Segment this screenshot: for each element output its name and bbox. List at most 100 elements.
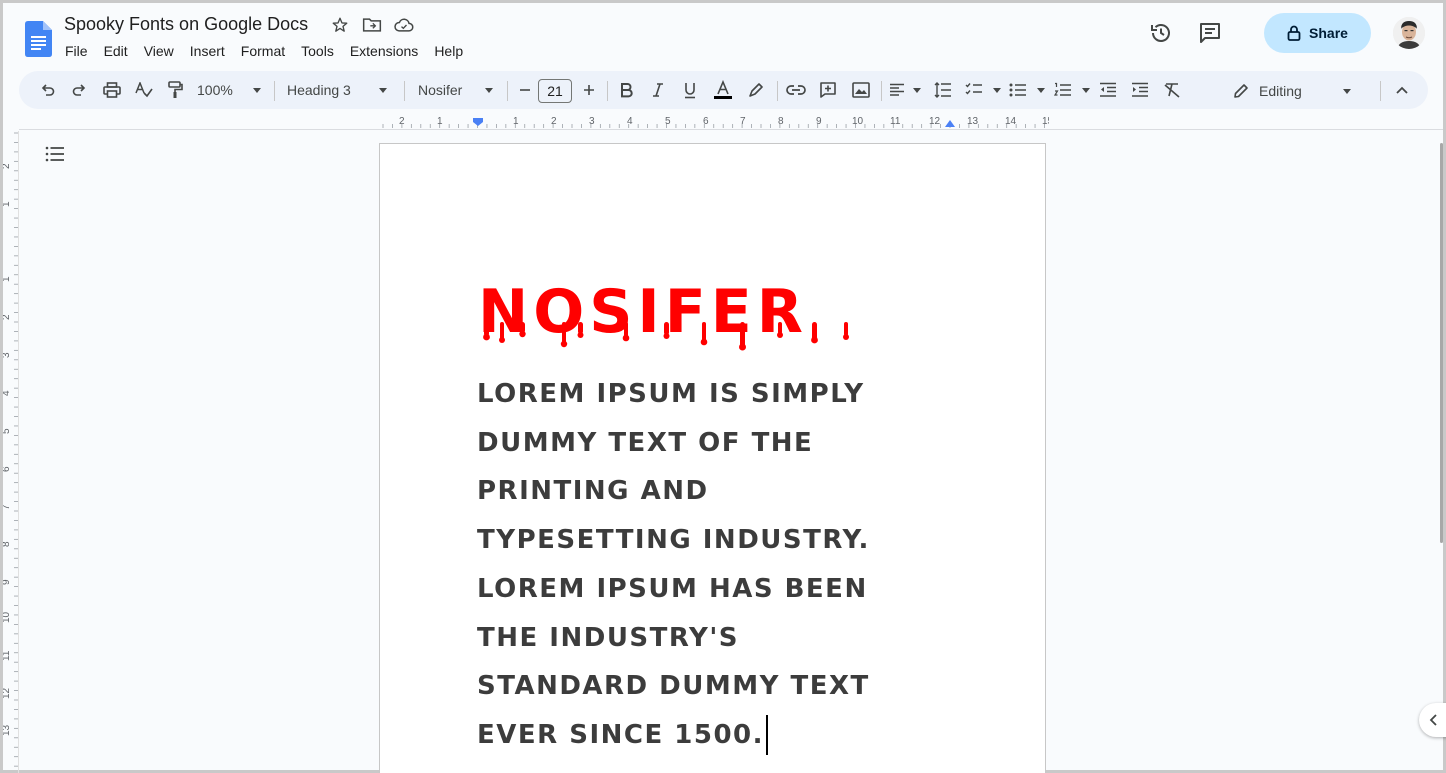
clear-formatting-icon[interactable]: [1161, 79, 1183, 101]
ruler-label: 2: [3, 163, 12, 169]
hide-menus-chevron-up-icon[interactable]: [1391, 79, 1413, 101]
insert-link-icon[interactable]: [785, 79, 807, 101]
ruler-label: 2: [399, 116, 405, 127]
ruler-label: 15: [1042, 116, 1049, 127]
ruler-label: 7: [3, 504, 12, 510]
menu-insert[interactable]: Insert: [182, 41, 233, 61]
body-line: DUMMY TEXT OF THE: [477, 427, 814, 458]
ruler-label: 10: [852, 116, 864, 127]
right-indent-marker[interactable]: [945, 120, 955, 127]
vertical-scrollbar[interactable]: [1440, 143, 1443, 543]
editing-mode-label: Editing: [1259, 83, 1302, 99]
undo-icon[interactable]: [37, 79, 59, 101]
ruler-label: 13: [967, 116, 979, 127]
ruler-label: 8: [3, 541, 12, 547]
body-line: TYPESETTING INDUSTRY.: [477, 525, 870, 556]
chevron-down-icon: [1037, 87, 1045, 93]
document-outline-icon[interactable]: [45, 145, 65, 165]
chevron-left-icon: [1429, 714, 1437, 726]
body-line: LOREM IPSUM HAS BEEN: [477, 573, 868, 604]
bold-icon[interactable]: [615, 79, 637, 101]
horizontal-ruler[interactable]: 21123456789101112131415: [379, 114, 1054, 130]
highlight-color-icon[interactable]: [745, 79, 767, 101]
paragraph-style-value: Heading 3: [287, 82, 351, 98]
increase-indent-icon[interactable]: [1129, 79, 1151, 101]
numbered-list-select[interactable]: [1054, 79, 1090, 101]
ruler-label: 14: [1005, 116, 1017, 127]
font-size-input[interactable]: 21: [538, 79, 572, 103]
text-color-icon[interactable]: [711, 79, 735, 101]
menu-file[interactable]: File: [57, 41, 96, 61]
star-icon[interactable]: [330, 15, 350, 35]
underline-icon[interactable]: [679, 79, 701, 101]
font-family-select[interactable]: Nosifer: [418, 79, 493, 101]
body-line: THE INDUSTRY'S: [477, 622, 740, 653]
menu-extensions[interactable]: Extensions: [342, 41, 426, 61]
ruler-label: 7: [740, 116, 746, 127]
chevron-down-icon: [913, 87, 921, 93]
ruler-label: 6: [3, 466, 12, 472]
zoom-select[interactable]: 100%: [197, 79, 261, 101]
document-title[interactable]: Spooky Fonts on Google Docs: [64, 14, 308, 35]
share-label: Share: [1309, 25, 1348, 41]
font-family-value: Nosifer: [418, 82, 463, 98]
paragraph-style-select[interactable]: Heading 3: [287, 79, 387, 101]
ruler-label: 3: [589, 116, 595, 127]
ruler-label: 8: [778, 116, 784, 127]
ruler-label: 5: [3, 428, 12, 434]
ruler-label: 1: [513, 116, 519, 127]
ruler-label: 1: [3, 276, 12, 282]
share-button[interactable]: Share: [1264, 13, 1371, 53]
ruler-label: 4: [3, 390, 12, 396]
insert-image-icon[interactable]: [850, 79, 872, 101]
align-select[interactable]: [889, 79, 921, 101]
numbered-list-icon: [1054, 82, 1071, 96]
title-bar: Spooky Fonts on Google Docs File Edit Vi…: [3, 3, 1443, 69]
cloud-saved-icon[interactable]: [394, 15, 414, 35]
menu-bar: File Edit View Insert Format Tools Exten…: [57, 41, 471, 61]
bulleted-list-select[interactable]: [1009, 79, 1045, 101]
menu-format[interactable]: Format: [233, 41, 293, 61]
spellcheck-icon[interactable]: [133, 79, 155, 101]
decrease-font-size-icon[interactable]: [517, 79, 533, 101]
increase-font-size-icon[interactable]: [581, 79, 597, 101]
chevron-down-icon: [1082, 87, 1090, 93]
ruler-label: 2: [551, 116, 557, 127]
paint-format-icon[interactable]: [164, 79, 186, 101]
add-comment-icon[interactable]: [817, 79, 839, 101]
version-history-icon[interactable]: [1149, 21, 1173, 45]
zoom-value: 100%: [197, 82, 233, 98]
account-avatar[interactable]: [1393, 17, 1425, 49]
chevron-down-icon: [1343, 88, 1351, 94]
formatting-toolbar: 100% Heading 3 Nosifer 21 Editing: [19, 71, 1428, 109]
checklist-select[interactable]: [965, 79, 1001, 101]
docs-logo-icon[interactable]: [25, 21, 52, 57]
show-side-panel-button[interactable]: [1419, 703, 1446, 737]
vertical-ruler[interactable]: 2112345678910111213: [1, 131, 19, 773]
editing-mode-select[interactable]: Editing: [1233, 79, 1351, 103]
document-body-text[interactable]: LOREM IPSUM IS SIMPLY DUMMY TEXT OF THE …: [477, 370, 957, 760]
redo-icon[interactable]: [68, 79, 90, 101]
menu-tools[interactable]: Tools: [293, 41, 342, 61]
decrease-indent-icon[interactable]: [1097, 79, 1119, 101]
checklist-icon: [965, 83, 982, 95]
menu-help[interactable]: Help: [426, 41, 471, 61]
line-spacing-icon[interactable]: [932, 79, 954, 101]
print-icon[interactable]: [101, 79, 123, 101]
ruler-label: 10: [3, 611, 12, 623]
ruler-label: 9: [3, 579, 12, 585]
document-page[interactable]: NOSIFER LOREM IPSUM IS SIMPLY DUMMY TEXT…: [379, 143, 1046, 773]
menu-view[interactable]: View: [136, 41, 182, 61]
body-line: PRINTING AND: [477, 476, 709, 507]
ruler-label: 11: [3, 650, 12, 661]
move-folder-icon[interactable]: [362, 15, 382, 35]
heading-drip-decoration: [483, 322, 849, 351]
menu-edit[interactable]: Edit: [96, 41, 136, 61]
comments-icon[interactable]: [1198, 21, 1222, 45]
ruler-label: 1: [437, 116, 443, 127]
italic-icon[interactable]: [647, 79, 669, 101]
ruler-label: 6: [703, 116, 709, 127]
ruler-label: 5: [665, 116, 671, 127]
left-indent-marker[interactable]: [473, 118, 483, 126]
ruler-label: 3: [3, 352, 12, 358]
